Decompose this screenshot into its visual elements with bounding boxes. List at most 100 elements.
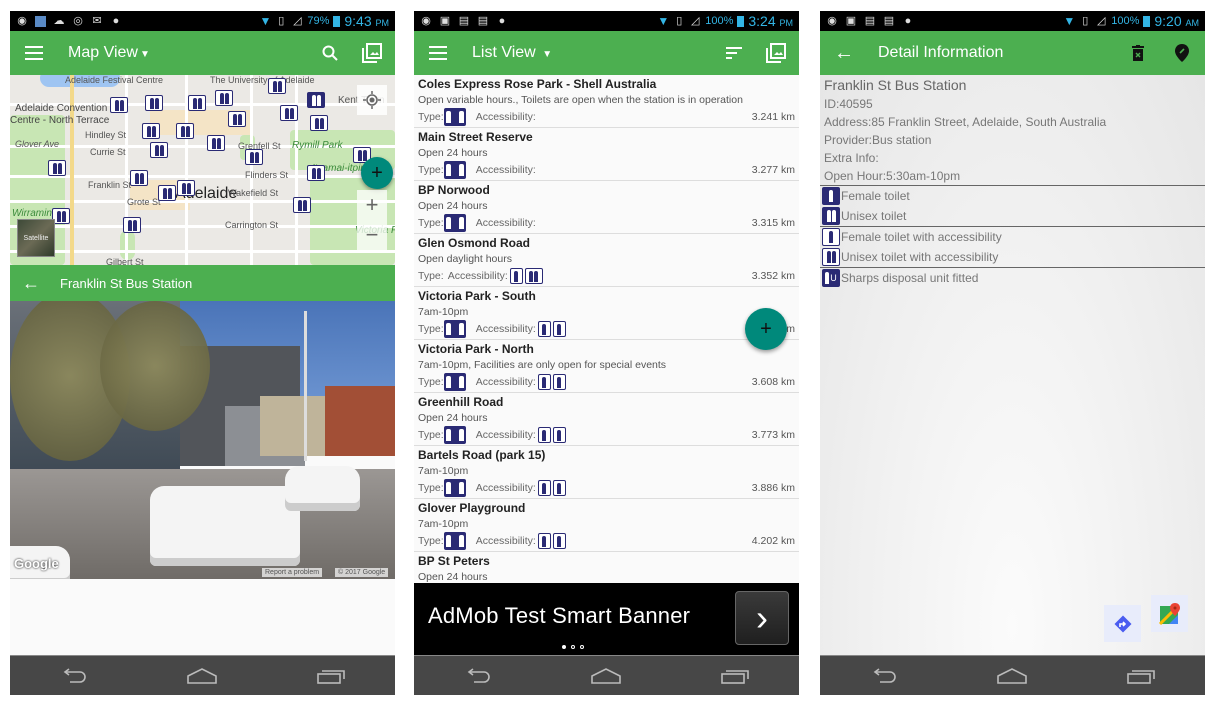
view-selector-dropdown[interactable]: Map View ▼ xyxy=(68,44,150,62)
toilet-marker[interactable] xyxy=(245,149,263,165)
list-item[interactable]: BP St Peters Open 24 hours xyxy=(414,552,799,583)
ad-open-button[interactable]: › xyxy=(735,591,789,645)
location-pin-icon xyxy=(1175,44,1189,62)
nav-back-button[interactable] xyxy=(859,661,909,691)
feature-sharps-disposal: U Sharps disposal unit fitted xyxy=(820,268,1205,288)
toilet-marker[interactable] xyxy=(293,197,311,213)
wifi-icon: ▼ xyxy=(1063,14,1076,28)
nav-recents-button[interactable] xyxy=(1116,661,1166,691)
toilet-marker[interactable] xyxy=(188,95,206,111)
toilet-marker[interactable] xyxy=(130,170,148,186)
item-hours: Open 24 hours xyxy=(418,147,488,159)
toilet-marker[interactable] xyxy=(110,97,128,113)
toilet-marker[interactable] xyxy=(307,92,325,108)
accessibility-label: Accessibility: xyxy=(475,376,536,388)
list-item[interactable]: Victoria Park - South 7am-10pm Type: Access… xyxy=(414,287,799,340)
toilet-marker[interactable] xyxy=(228,111,246,127)
toilet-marker[interactable] xyxy=(207,135,225,151)
delete-button[interactable] xyxy=(1127,42,1149,64)
female-accessible-toilet-icon xyxy=(552,533,566,549)
toilet-marker[interactable] xyxy=(142,123,160,139)
unisex-accessible-toilet-icon xyxy=(524,268,543,284)
report-problem-link[interactable]: Report a problem xyxy=(262,568,323,577)
list-item[interactable]: Coles Express Rose Park - Shell Australi… xyxy=(414,75,799,128)
toilet-marker[interactable] xyxy=(123,217,141,233)
back-icon xyxy=(467,667,490,683)
list-item[interactable]: BP Norwood Open 24 hours Type: Accessibilit… xyxy=(414,181,799,234)
add-toilet-fab[interactable]: + xyxy=(745,308,787,350)
toilet-name: Franklin St Bus Station xyxy=(824,77,967,93)
item-meta-row: Type: Accessibility: 3.773 km xyxy=(418,426,795,444)
nav-home-button[interactable] xyxy=(581,661,631,691)
item-distance: 3.352 km xyxy=(751,270,795,282)
toilet-marker[interactable] xyxy=(310,115,328,131)
home-icon xyxy=(591,667,622,684)
menu-button[interactable] xyxy=(22,41,46,65)
list-item[interactable]: Main Street Reserve Open 24 hours Type: Acc… xyxy=(414,128,799,181)
feature-group-toilets: Female toilet Unisex toilet xyxy=(820,185,1205,226)
toilet-marker[interactable] xyxy=(177,180,195,196)
toilet-marker[interactable] xyxy=(268,78,286,94)
android-status-icon: ● xyxy=(904,14,912,27)
item-name: Greenhill Road xyxy=(418,395,504,409)
detail-content: Franklin St Bus Station ID:40595 Address… xyxy=(820,75,1205,655)
sort-button[interactable] xyxy=(723,42,745,64)
accessible-toilet-icons xyxy=(536,532,568,550)
nav-back-button[interactable] xyxy=(453,661,503,691)
photo-library-icon xyxy=(362,43,382,63)
search-button[interactable] xyxy=(319,42,341,64)
my-location-button[interactable] xyxy=(357,85,387,115)
toilet-marker[interactable] xyxy=(307,165,325,181)
list-item[interactable]: Victoria Park - North 7am-10pm, Facilitie… xyxy=(414,340,799,393)
add-icon: + xyxy=(760,317,772,340)
detail-sub-bar: ← Franklin St Bus Station xyxy=(10,265,395,301)
map-label: Gilbert St xyxy=(106,257,144,265)
wifi-icon: ▼ xyxy=(657,14,670,28)
list-item[interactable]: Glen Osmond Road Open daylight hours Type:… xyxy=(414,234,799,287)
list-item[interactable]: Glover Playground 7am-10pm Type: Accessibil… xyxy=(414,499,799,552)
gallery-button[interactable] xyxy=(361,42,383,64)
location-button[interactable] xyxy=(1171,42,1193,64)
item-name: Glover Playground xyxy=(418,501,526,515)
toilet-marker[interactable] xyxy=(48,160,66,176)
app-bar: ← Detail Information xyxy=(820,31,1205,75)
add-toilet-fab[interactable]: + xyxy=(361,157,393,189)
figure-icon xyxy=(557,535,562,547)
female-accessible-toilet-icon xyxy=(552,374,566,390)
status-bar: ◉ ▣ ▤ ▤ ● ▼ ▯ ◿ 100% 9:20 AM xyxy=(820,11,1205,31)
male-female-toilet-icon xyxy=(443,320,466,338)
back-button[interactable]: ← xyxy=(832,41,856,65)
hamburger-menu-icon xyxy=(429,46,447,60)
gallery-button[interactable] xyxy=(765,42,787,64)
toilet-marker[interactable] xyxy=(150,142,168,158)
open-in-maps-button[interactable] xyxy=(1151,595,1188,632)
ad-banner[interactable]: AdMob Test Smart Banner › xyxy=(414,583,799,655)
nav-home-button[interactable] xyxy=(987,661,1037,691)
directions-button[interactable] xyxy=(1104,605,1141,642)
back-button[interactable]: ← xyxy=(22,273,40,294)
clock-time: 9:20 xyxy=(1154,13,1182,29)
toilet-marker[interactable] xyxy=(145,95,163,111)
accessibility-label: Accessibility: xyxy=(475,111,536,123)
satellite-toggle[interactable]: Satellite xyxy=(17,219,55,257)
toilet-list[interactable]: Coles Express Rose Park - Shell Australi… xyxy=(414,75,799,583)
nav-recents-button[interactable] xyxy=(710,661,760,691)
view-selector-dropdown[interactable]: List View ▼ xyxy=(472,44,552,62)
zoom-in-button[interactable]: + xyxy=(357,190,387,220)
toilet-marker[interactable] xyxy=(280,105,298,121)
toilet-marker[interactable] xyxy=(215,90,233,106)
list-item[interactable]: Greenhill Road Open 24 hours Type: Accessib… xyxy=(414,393,799,446)
zoom-out-button[interactable]: − xyxy=(357,220,387,250)
street-view-image[interactable]: Google Report a problem © 2017 Google xyxy=(10,301,395,579)
menu-button[interactable] xyxy=(426,41,450,65)
nav-recents-button[interactable] xyxy=(306,661,356,691)
nav-back-button[interactable] xyxy=(49,661,99,691)
nav-home-button[interactable] xyxy=(177,661,227,691)
toilet-marker[interactable] xyxy=(176,123,194,139)
dropdown-caret-icon: ▼ xyxy=(139,49,150,60)
home-icon xyxy=(997,667,1028,684)
image-status-icon: ▣ xyxy=(439,14,451,27)
toilet-marker[interactable] xyxy=(158,185,176,201)
list-item[interactable]: Bartels Road (park 15) 7am-10pm Type: Acces… xyxy=(414,446,799,499)
map-view[interactable]: Adelaide Festival Centre The University … xyxy=(10,75,395,265)
